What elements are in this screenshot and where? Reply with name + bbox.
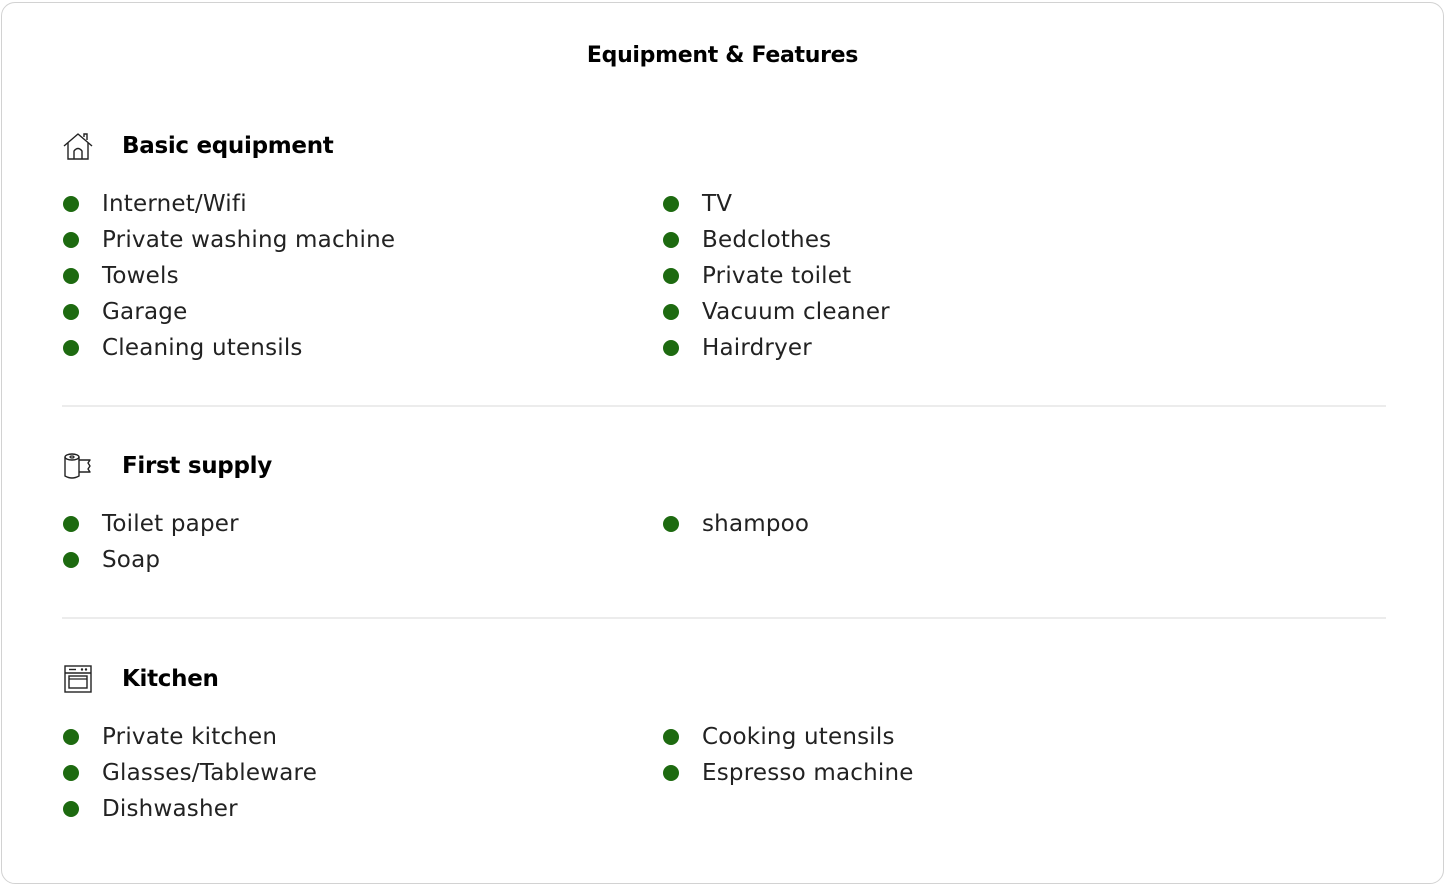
list-item: Private kitchen: [62, 719, 317, 755]
bullet-icon: [663, 232, 679, 248]
list-item: Private washing machine: [62, 222, 395, 258]
list-item: Toilet paper: [62, 506, 239, 542]
bullet-icon: [63, 232, 79, 248]
first-supply-list-right: shampoo: [662, 506, 809, 542]
bullet-icon: [63, 196, 79, 212]
oven-icon: [62, 663, 94, 695]
list-item: Soap: [62, 542, 239, 578]
bullet-icon: [63, 516, 79, 532]
bullet-icon: [63, 340, 79, 356]
toilet-paper-icon: [62, 450, 94, 482]
bullet-icon: [63, 552, 79, 568]
bullet-icon: [63, 304, 79, 320]
list-item: Cooking utensils: [662, 719, 914, 755]
section-title: Kitchen: [122, 666, 219, 692]
list-item-label: Private washing machine: [102, 227, 396, 253]
section-first-supply: First supply Toilet paper Soap shampoo: [62, 448, 1386, 578]
section-header: Kitchen: [62, 661, 219, 697]
basic-equipment-list-right: TV Bedclothes Private toilet Vacuum clea…: [662, 186, 890, 366]
list-item-label: Internet/Wifi: [102, 191, 247, 217]
list-item-label: Towels: [102, 263, 179, 289]
list-item: Espresso machine: [662, 755, 914, 791]
bullet-icon: [663, 765, 679, 781]
bullet-icon: [663, 304, 679, 320]
list-item: shampoo: [662, 506, 809, 542]
section-header: First supply: [62, 448, 272, 484]
list-item-label: Garage: [102, 299, 188, 325]
kitchen-list-left: Private kitchen Glasses/Tableware Dishwa…: [62, 719, 317, 827]
list-item-label: Private toilet: [702, 263, 852, 289]
section-header: Basic equipment: [62, 128, 334, 164]
section-title: Basic equipment: [122, 133, 334, 159]
kitchen-list-right: Cooking utensils Espresso machine: [662, 719, 914, 791]
list-item: Towels: [62, 258, 395, 294]
section-basic-equipment: Basic equipment Internet/Wifi Private wa…: [62, 128, 1386, 368]
section-divider: [62, 617, 1386, 619]
list-item-label: Vacuum cleaner: [702, 299, 890, 325]
list-item-label: Soap: [102, 547, 161, 573]
list-item: Internet/Wifi: [62, 186, 395, 222]
list-item-label: Cooking utensils: [702, 724, 895, 750]
list-item: Private toilet: [662, 258, 890, 294]
house-icon: [62, 130, 94, 162]
list-item-label: Private kitchen: [102, 724, 278, 750]
basic-equipment-list-left: Internet/Wifi Private washing machine To…: [62, 186, 395, 366]
bullet-icon: [663, 729, 679, 745]
bullet-icon: [663, 516, 679, 532]
bullet-icon: [663, 268, 679, 284]
section-title: First supply: [122, 453, 272, 479]
bullet-icon: [63, 729, 79, 745]
list-item: Garage: [62, 294, 395, 330]
card-title: Equipment & Features: [586, 43, 859, 68]
list-item: TV: [662, 186, 890, 222]
bullet-icon: [63, 268, 79, 284]
list-item-label: shampoo: [702, 511, 810, 537]
section-divider: [62, 405, 1386, 407]
list-item-label: Espresso machine: [702, 760, 914, 786]
list-item-label: Hairdryer: [702, 335, 812, 361]
bullet-icon: [63, 801, 79, 817]
section-kitchen: Kitchen Private kitchen Glasses/Tablewar…: [62, 661, 1386, 831]
list-item: Hairdryer: [662, 330, 890, 366]
bullet-icon: [663, 196, 679, 212]
list-item: Vacuum cleaner: [662, 294, 890, 330]
list-item: Glasses/Tableware: [62, 755, 317, 791]
list-item: Bedclothes: [662, 222, 890, 258]
list-item-label: Bedclothes: [702, 227, 832, 253]
list-item-label: Dishwasher: [102, 796, 238, 822]
list-item-label: Cleaning utensils: [102, 335, 303, 361]
list-item: Dishwasher: [62, 791, 317, 827]
list-item-label: Glasses/Tableware: [102, 760, 318, 786]
list-item: Cleaning utensils: [62, 330, 395, 366]
list-item-label: TV: [702, 191, 733, 217]
bullet-icon: [63, 765, 79, 781]
bullet-icon: [663, 340, 679, 356]
first-supply-list-left: Toilet paper Soap: [62, 506, 239, 578]
list-item-label: Toilet paper: [102, 511, 239, 537]
